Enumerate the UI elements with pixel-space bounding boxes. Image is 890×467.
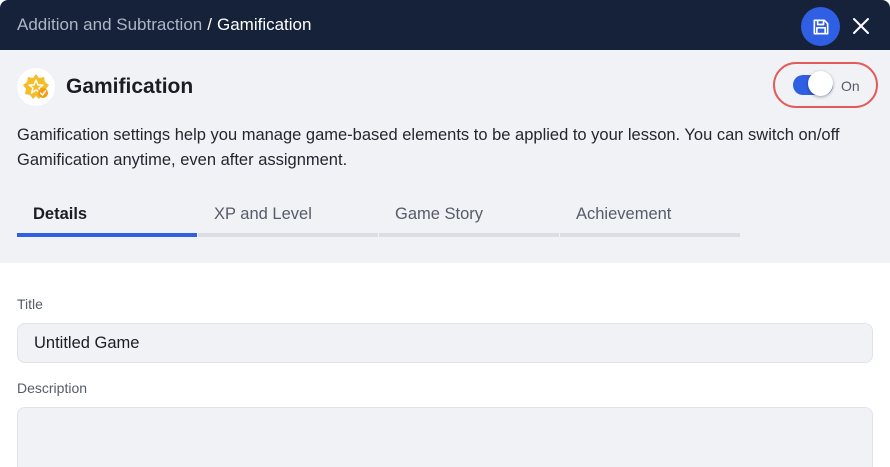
- breadcrumb-current: Gamification: [216, 15, 312, 34]
- settings-tabs: Details XP and Level Game Story Achievem…: [17, 202, 741, 237]
- gamification-description: Gamification settings help you manage ga…: [17, 126, 840, 169]
- tab-details[interactable]: Details: [17, 202, 197, 237]
- toggle-knob[interactable]: [808, 71, 833, 96]
- dialog-header: Addition and Subtraction / Gamification: [0, 0, 890, 50]
- save-button[interactable]: [801, 7, 840, 46]
- breadcrumb-separator: /: [207, 15, 212, 34]
- tab-achievement[interactable]: Achievement: [560, 202, 740, 237]
- tab-xp-and-level[interactable]: XP and Level: [198, 202, 378, 237]
- gamification-toggle[interactable]: On: [773, 62, 878, 108]
- breadcrumb-parent[interactable]: Addition and Subtraction: [17, 15, 202, 34]
- title-field-label: Title: [17, 296, 43, 312]
- close-button[interactable]: [849, 14, 873, 38]
- save-icon: [813, 19, 828, 35]
- close-icon: [853, 18, 869, 34]
- toggle-state-label: On: [841, 78, 860, 94]
- breadcrumb: Addition and Subtraction / Gamification: [17, 15, 311, 35]
- gamification-dialog: Addition and Subtraction/Gamification: [0, 0, 890, 467]
- gamification-badge-icon: [17, 68, 55, 106]
- description-input[interactable]: [17, 407, 873, 467]
- tab-game-story[interactable]: Game Story: [379, 202, 559, 237]
- description-field-label: Description: [17, 380, 88, 396]
- gamification-settings-panel: Gamification On Gamification settings he…: [0, 50, 890, 263]
- page-title: Gamification: [66, 75, 194, 98]
- title-input[interactable]: [17, 323, 873, 363]
- details-form: Title Description: [0, 263, 890, 467]
